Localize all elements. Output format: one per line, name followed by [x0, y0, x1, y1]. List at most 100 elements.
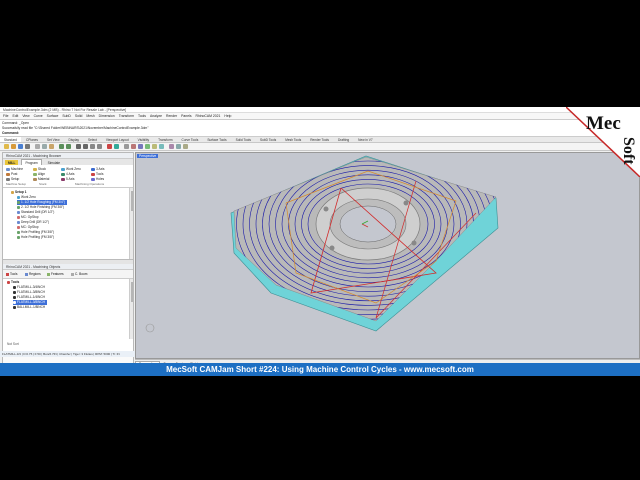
machining-browser: RhinoCAM 2021 - Machining Browser MILL P… — [2, 152, 134, 364]
5-axis-label: 5 Axis — [66, 177, 75, 181]
rotate-view-icon[interactable] — [83, 144, 88, 149]
menu-tools[interactable]: Tools — [138, 114, 146, 118]
menu-edit[interactable]: Edit — [12, 114, 18, 118]
cut-icon[interactable] — [35, 144, 40, 149]
machine-label: Machine — [11, 167, 24, 171]
point-icon[interactable] — [131, 144, 136, 149]
menu-subd[interactable]: SubD — [62, 114, 70, 118]
sort-option[interactable]: Not Sort — [7, 342, 19, 347]
print-icon[interactable] — [25, 144, 30, 149]
tab-solid-tools[interactable]: Solid Tools — [232, 137, 255, 142]
tab-display[interactable]: Display — [65, 137, 83, 142]
tab-mesh-tools[interactable]: Mesh Tools — [281, 137, 305, 142]
tool-item[interactable]: BALLMILL-1/8INCH — [13, 305, 45, 310]
stock-label: Stock — [38, 167, 46, 171]
menu-mesh[interactable]: Mesh — [86, 114, 94, 118]
tree-operation-label: 2. 1/2 Hole Finishing (FM 3/8") — [21, 205, 65, 209]
post-button[interactable]: Post — [6, 172, 17, 176]
surface-icon[interactable] — [145, 144, 150, 149]
viewport-label[interactable]: Perspective — [137, 154, 159, 158]
menu-surface[interactable]: Surface — [47, 114, 59, 118]
menu-view[interactable]: View — [22, 114, 29, 118]
tool-item-label: FLATMILL-3/4INCH — [17, 285, 45, 289]
render-icon[interactable] — [169, 144, 174, 149]
command-history-line: Successfully read file "C:\Shared Folder… — [2, 126, 149, 130]
machine-button[interactable]: Machine — [6, 167, 23, 171]
tree-operation-label: Standard Drill (DR 1/2") — [21, 210, 55, 214]
scrollbar-thumb[interactable] — [131, 282, 133, 302]
align-button[interactable]: Align — [33, 172, 45, 176]
options-icon[interactable] — [176, 144, 181, 149]
tab-standard[interactable]: Standard — [0, 137, 21, 142]
new-file-icon[interactable] — [4, 144, 9, 149]
curve-icon[interactable] — [138, 144, 143, 149]
tab-subd-tools[interactable]: SubD Tools — [256, 137, 280, 142]
tab-viewport-layout[interactable]: Viewport Layout — [102, 137, 133, 142]
4-axis-button[interactable]: 4 Axis — [61, 172, 75, 176]
solid-icon[interactable] — [152, 144, 157, 149]
c-boom-tab-button[interactable]: C. Boom — [71, 272, 87, 276]
setup-label: Setup — [11, 177, 20, 181]
tool-item-label: FLATMILL-3/8INCH — [17, 300, 45, 304]
tab-visibility[interactable]: Visibility — [134, 137, 153, 142]
holes-button[interactable]: Holes — [91, 177, 104, 181]
menu-file[interactable]: File — [3, 114, 8, 118]
menu-help[interactable]: Help — [224, 114, 231, 118]
undo-icon[interactable] — [59, 144, 64, 149]
command-prompt[interactable]: Command: — [2, 131, 19, 135]
select-icon[interactable] — [124, 144, 129, 149]
menu-analyze[interactable]: Analyze — [150, 114, 162, 118]
copy-icon[interactable] — [42, 144, 47, 149]
tab-select[interactable]: Select — [84, 137, 101, 142]
paste-icon[interactable] — [49, 144, 54, 149]
bolt-hole — [411, 240, 417, 246]
material-button[interactable]: Material — [33, 177, 49, 181]
menu-rhinocam[interactable]: RhinoCAM 2021 — [196, 114, 221, 118]
tab-surface-tools[interactable]: Surface Tools — [203, 137, 230, 142]
menu-curve[interactable]: Curve — [34, 114, 43, 118]
menu-panels[interactable]: Panels — [181, 114, 191, 118]
properties-icon[interactable] — [114, 144, 119, 149]
tree-operation[interactable]: Hole Profiling (FM 3/8") — [17, 235, 54, 240]
layer-icon[interactable] — [107, 144, 112, 149]
tab-transform[interactable]: Transform — [154, 137, 176, 142]
scrollbar-thumb[interactable] — [131, 191, 133, 211]
operations-tree: Setup 1 Work Zero 1. 1/2 Hole Roughing (… — [3, 188, 133, 260]
objects-scrollbar[interactable] — [129, 279, 133, 339]
setup-button[interactable]: Setup — [6, 177, 19, 181]
work-zero-label: Work Zero — [66, 167, 81, 171]
zoom-extents-icon[interactable] — [97, 144, 102, 149]
tree-scrollbar[interactable] — [129, 188, 133, 259]
menu-render[interactable]: Render — [166, 114, 177, 118]
perspective-viewport[interactable]: Perspective — [135, 152, 640, 359]
zoom-icon[interactable] — [90, 144, 95, 149]
tree-operation-label: MC: OpStop — [21, 225, 39, 229]
regions-tab-button[interactable]: Regions — [25, 272, 41, 276]
tab-set-view[interactable]: Set View — [43, 137, 64, 142]
redo-icon[interactable] — [66, 144, 71, 149]
mesh-icon[interactable] — [159, 144, 164, 149]
pan-icon[interactable] — [76, 144, 81, 149]
work-zero-button[interactable]: Work Zero — [61, 167, 81, 171]
group-stock: Stock — [39, 182, 47, 186]
tab-render-tools[interactable]: Render Tools — [306, 137, 333, 142]
tab-cplanes[interactable]: CPlanes — [22, 137, 42, 142]
tab-curve-tools[interactable]: Curve Tools — [178, 137, 203, 142]
menu-solid[interactable]: Solid — [75, 114, 83, 118]
menu-transform[interactable]: Transform — [119, 114, 134, 118]
help-icon[interactable] — [183, 144, 188, 149]
open-file-icon[interactable] — [11, 144, 16, 149]
model-view[interactable] — [136, 153, 640, 359]
features-tab-button[interactable]: Features — [47, 272, 64, 276]
3-axis-button[interactable]: 3 Axis — [91, 167, 105, 171]
bolt-hole — [323, 206, 329, 212]
tab-new-in-v7[interactable]: New in V7 — [354, 137, 377, 142]
tab-drafting[interactable]: Drafting — [334, 137, 353, 142]
save-icon[interactable] — [18, 144, 23, 149]
5-axis-button[interactable]: 5 Axis — [61, 177, 75, 181]
center-bore-hole — [339, 205, 397, 243]
stock-button[interactable]: Stock — [33, 167, 46, 171]
tools-tab-button[interactable]: Tools — [6, 272, 17, 276]
menu-dimension[interactable]: Dimension — [99, 114, 115, 118]
tools-button[interactable]: Tools — [91, 172, 103, 176]
